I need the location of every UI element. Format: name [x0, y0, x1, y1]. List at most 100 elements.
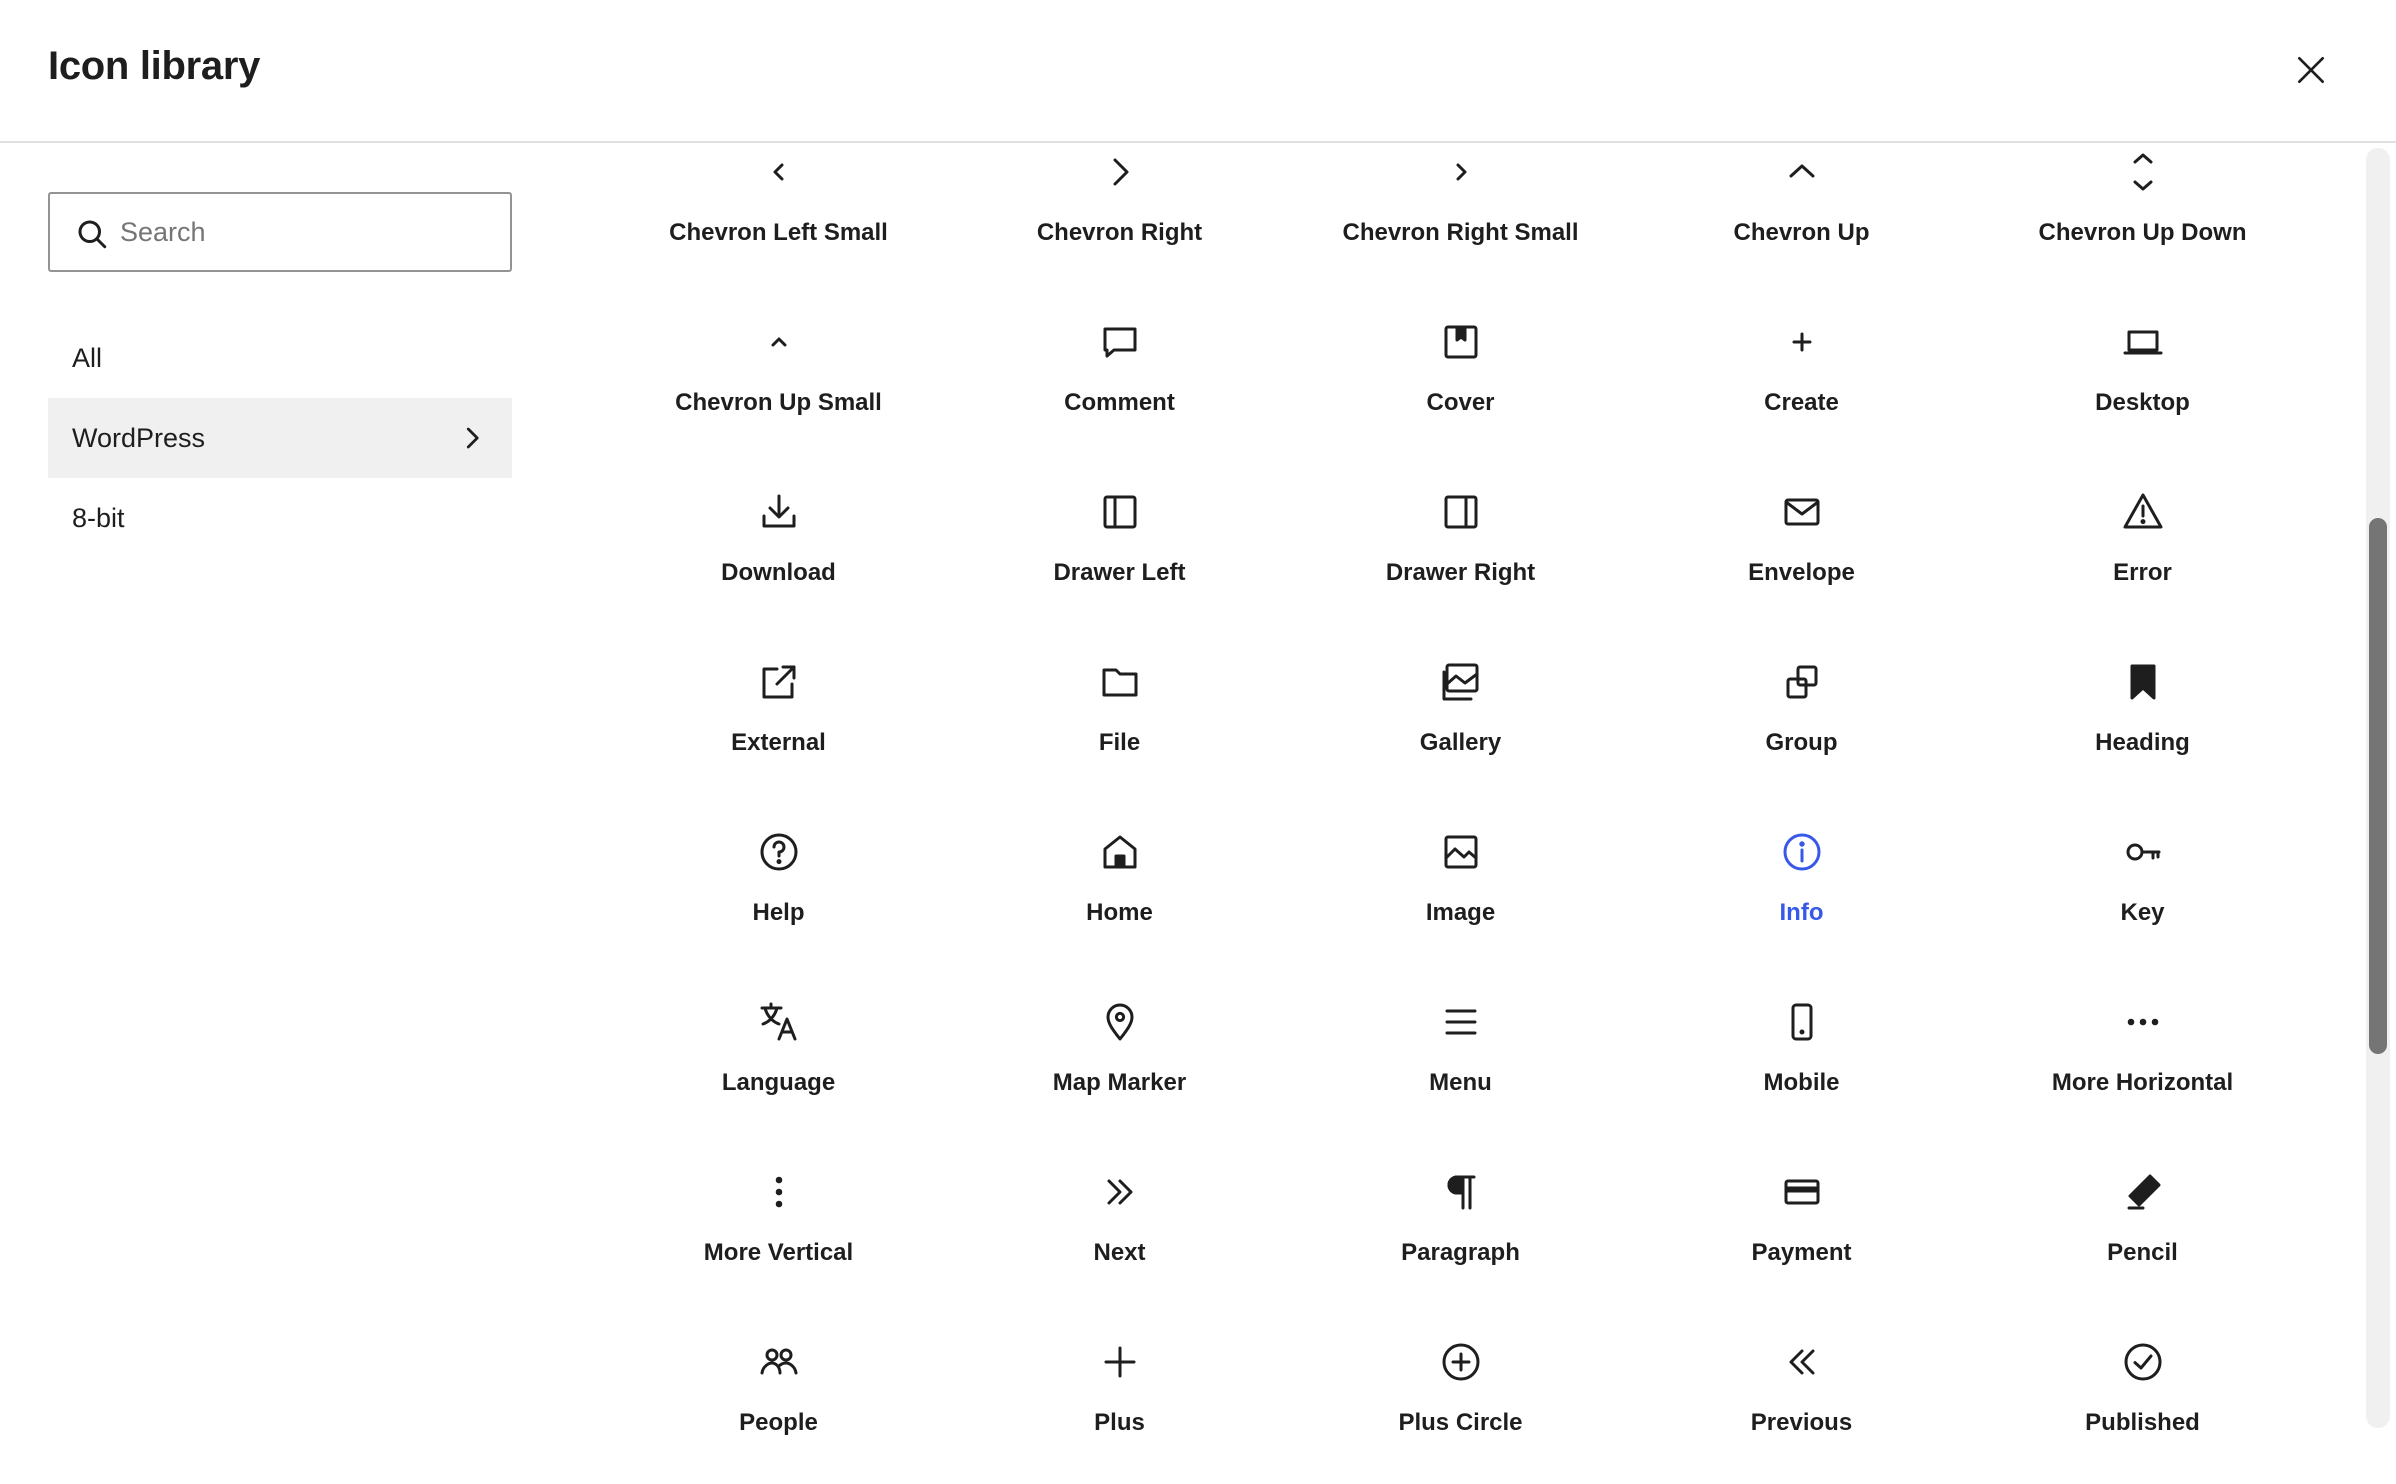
group-icon — [1778, 658, 1826, 706]
icon-tile-label: Home — [1086, 899, 1153, 926]
icon-tile[interactable]: Info — [1631, 798, 1972, 968]
mobile-icon — [1778, 998, 1826, 1046]
chevron-up-down-icon — [2119, 148, 2167, 196]
sidebar-item-wordpress[interactable]: WordPress — [48, 398, 512, 478]
create-icon — [1778, 318, 1826, 366]
desktop-icon — [2119, 318, 2167, 366]
icon-tile-label: Info — [1779, 899, 1824, 926]
icon-tile[interactable]: Chevron Right — [949, 145, 1290, 288]
icon-tile-label: Language — [721, 1069, 836, 1096]
icon-tile-label: Chevron Up Down — [2038, 219, 2247, 246]
icon-tile[interactable]: People — [608, 1308, 949, 1438]
icon-tile-label: Plus — [1094, 1409, 1145, 1436]
icon-tile[interactable]: Comment — [949, 288, 1290, 458]
icon-tile[interactable]: Envelope — [1631, 458, 1972, 628]
icon-tile[interactable]: Menu — [1290, 968, 1631, 1138]
icon-tile-label: Error — [2113, 559, 2172, 586]
icon-tile[interactable]: Create — [1631, 288, 1972, 458]
icon-tile[interactable]: Cover — [1290, 288, 1631, 458]
icon-tile[interactable]: Plus Circle — [1290, 1308, 1631, 1438]
sidebar-item-all[interactable]: All — [48, 318, 512, 398]
key-icon — [2119, 828, 2167, 876]
icon-tile[interactable]: Heading — [1972, 628, 2313, 798]
previous-icon — [1778, 1338, 1826, 1386]
icon-tile[interactable]: Download — [608, 458, 949, 628]
sidebar-item-8-bit[interactable]: 8-bit — [48, 478, 512, 558]
plus-icon — [1096, 1338, 1144, 1386]
icon-tile-label: Mobile — [1763, 1069, 1840, 1096]
icon-tile-label: Previous — [1750, 1409, 1853, 1436]
menu-icon — [1437, 998, 1485, 1046]
icon-tile-label: Chevron Right — [1036, 219, 1203, 246]
icon-tile[interactable]: Published — [1972, 1308, 2313, 1438]
drawer-right-icon — [1437, 488, 1485, 536]
icon-tile[interactable]: More Horizontal — [1972, 968, 2313, 1138]
icon-tile[interactable]: Language — [608, 968, 949, 1138]
icon-tile[interactable]: Next — [949, 1138, 1290, 1308]
icon-tile[interactable]: Plus — [949, 1308, 1290, 1438]
icon-tile[interactable]: Chevron Left Small — [608, 145, 949, 288]
next-icon — [1096, 1168, 1144, 1216]
icon-tile[interactable]: Desktop — [1972, 288, 2313, 458]
icon-tile-label: Download — [721, 559, 836, 586]
chevron-up-small-icon — [755, 318, 803, 366]
icon-tile[interactable]: Chevron Up Small — [608, 288, 949, 458]
icon-tile[interactable]: Home — [949, 798, 1290, 968]
map-marker-icon — [1096, 998, 1144, 1046]
icon-tile-label: Pencil — [2107, 1239, 2178, 1266]
more-vertical-icon — [755, 1168, 803, 1216]
icon-tile-label: File — [1098, 729, 1141, 756]
icon-tile[interactable]: Gallery — [1290, 628, 1631, 798]
image-icon — [1437, 828, 1485, 876]
icon-tile-label: Next — [1093, 1239, 1146, 1266]
pencil-icon — [2119, 1168, 2167, 1216]
external-icon — [755, 658, 803, 706]
icon-tile[interactable]: Chevron Right Small — [1290, 145, 1631, 288]
icon-tile-label: Heading — [2095, 729, 2190, 756]
scrollbar-thumb[interactable] — [2369, 518, 2387, 1054]
icon-tile-label: Map Marker — [1052, 1069, 1187, 1096]
icon-tile[interactable]: Image — [1290, 798, 1631, 968]
icon-tile[interactable]: Pencil — [1972, 1138, 2313, 1308]
icon-tile-label: More Horizontal — [2051, 1069, 2234, 1096]
icon-tile[interactable]: Drawer Left — [949, 458, 1290, 628]
icon-tile[interactable]: Paragraph — [1290, 1138, 1631, 1308]
icon-tile[interactable]: Payment — [1631, 1138, 1972, 1308]
icon-tile-label: Chevron Up — [1733, 219, 1870, 246]
search-field[interactable] — [48, 192, 512, 272]
modal-header: Icon library — [0, 0, 2396, 143]
icon-tile[interactable]: File — [949, 628, 1290, 798]
language-icon — [755, 998, 803, 1046]
icon-tile[interactable]: Chevron Up Down — [1972, 145, 2313, 288]
drawer-left-icon — [1096, 488, 1144, 536]
icon-tile[interactable]: Error — [1972, 458, 2313, 628]
icon-tile-label: Envelope — [1748, 559, 1855, 586]
info-icon — [1778, 828, 1826, 876]
icon-tile[interactable]: Previous — [1631, 1308, 1972, 1438]
close-button[interactable] — [2287, 46, 2335, 94]
payment-icon — [1778, 1168, 1826, 1216]
plus-circle-icon — [1437, 1338, 1485, 1386]
help-icon — [755, 828, 803, 876]
icon-grid-panel: Chevron Left Small Chevron Right Chevron R… — [608, 145, 2348, 1438]
icon-tile-label: More Vertical — [703, 1239, 854, 1266]
icon-tile[interactable]: Drawer Right — [1290, 458, 1631, 628]
people-icon — [755, 1338, 803, 1386]
search-input[interactable] — [120, 196, 500, 268]
icon-tile[interactable]: More Vertical — [608, 1138, 949, 1308]
icon-tile[interactable]: Map Marker — [949, 968, 1290, 1138]
icon-tile[interactable]: External — [608, 628, 949, 798]
more-horizontal-icon — [2119, 998, 2167, 1046]
error-icon — [2119, 488, 2167, 536]
icon-tile-label: Comment — [1064, 389, 1175, 416]
icon-tile[interactable]: Group — [1631, 628, 1972, 798]
icon-tile-label: Chevron Up Small — [675, 389, 882, 416]
home-icon — [1096, 828, 1144, 876]
heading-icon — [2119, 658, 2167, 706]
envelope-icon — [1778, 488, 1826, 536]
icon-tile[interactable]: Key — [1972, 798, 2313, 968]
icon-tile-label: Drawer Left — [1053, 559, 1186, 586]
icon-tile[interactable]: Chevron Up — [1631, 145, 1972, 288]
icon-tile[interactable]: Help — [608, 798, 949, 968]
icon-tile[interactable]: Mobile — [1631, 968, 1972, 1138]
